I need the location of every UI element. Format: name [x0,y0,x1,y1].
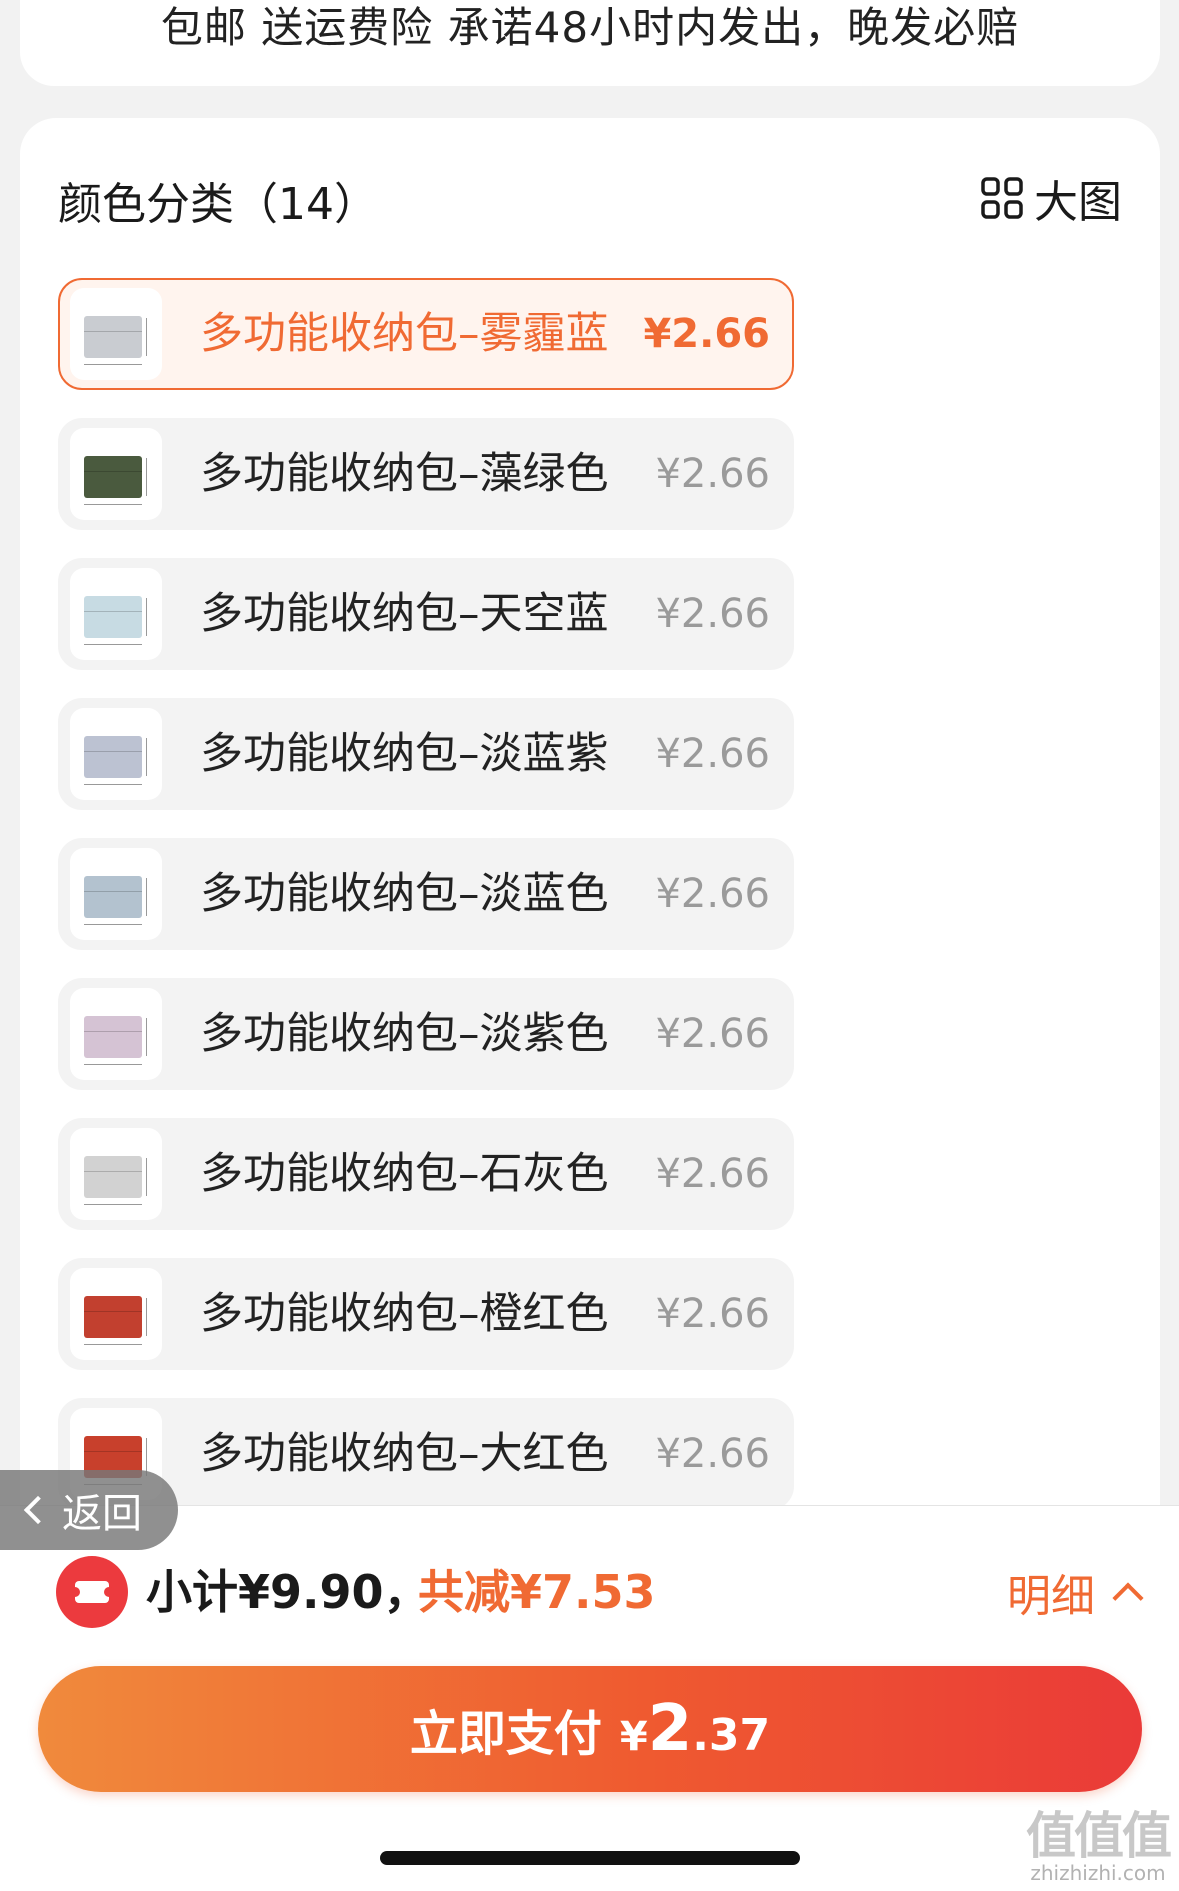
chevron-left-icon [23,1495,53,1525]
watermark-domain: zhizhizhi.com [1030,1861,1166,1885]
pay-amount-integer: 2 [647,1692,693,1766]
dimension-line [146,458,147,496]
sku-option-name: 多功能收纳包–大红色 [200,1429,609,1479]
sku-option[interactable]: 多功能收纳包–淡紫色 ¥2.66 [58,978,794,1090]
bag-flap-shape [84,1016,142,1032]
dimension-line [84,644,142,645]
big-image-label: 大图 [1034,177,1122,228]
dimension-line [84,504,142,505]
dimension-line [146,738,147,776]
big-image-toggle[interactable]: 大图 [980,168,1122,228]
coupon-icon [56,1556,128,1628]
pay-amount: ¥2.37 [620,1692,770,1766]
ticket-icon [70,1581,114,1603]
dimension-line [146,598,147,636]
sku-option[interactable]: 多功能收纳包–淡蓝色 ¥2.66 [58,838,794,950]
sku-option-price: ¥2.66 [655,591,770,637]
dimension-line [84,1064,142,1065]
site-watermark: 值值值 zhizhizhi.com [1023,1811,1173,1885]
dimension-line [84,784,142,785]
sku-option[interactable]: 多功能收纳包–雾霾蓝 ¥2.66 [58,278,794,390]
watermark-logo: 值值值 [1026,1807,1172,1865]
product-thumbnail [70,848,162,940]
dimension-line [84,1344,142,1345]
bag-flap-shape [84,1436,142,1452]
dimension-line [146,878,147,916]
dimension-line [84,364,142,365]
product-thumbnail [70,1128,162,1220]
price-detail-toggle[interactable]: 明细 [1007,1556,1144,1628]
dimension-line [146,1298,147,1336]
sku-option-name: 多功能收纳包–淡蓝色 [200,869,609,919]
dimension-line [84,1204,142,1205]
product-thumbnail [70,1268,162,1360]
sku-panel-header: 颜色分类（14） 大图 [58,168,1122,230]
sku-option-name: 多功能收纳包–藻绿色 [200,449,609,499]
back-button[interactable]: 返回 [0,1470,178,1550]
sku-option-price: ¥2.66 [655,451,770,497]
shipping-promo-card: 包邮 送运费险 承诺48小时内发出，晚发必赔 [20,0,1160,86]
sku-option-price: ¥2.66 [655,731,770,777]
pay-now-button[interactable]: 立即支付 ¥2.37 [38,1666,1142,1792]
product-thumbnail [70,288,162,380]
product-thumbnail [70,988,162,1080]
sku-option-name: 多功能收纳包–橙红色 [200,1289,609,1339]
sku-option-price: ¥2.66 [643,311,770,357]
product-thumbnail [70,428,162,520]
sku-option-name: 多功能收纳包–淡紫色 [200,1009,609,1059]
sku-panel: 颜色分类（14） 大图 多功能收纳包–雾霾蓝 ¥2.66 多功能收纳包–藻绿色 … [20,118,1160,1608]
pay-currency: ¥ [619,1714,648,1760]
sku-option[interactable]: 多功能收纳包–藻绿色 ¥2.66 [58,418,794,530]
sku-option[interactable]: 多功能收纳包–淡蓝紫 ¥2.66 [58,698,794,810]
sku-option-list: 多功能收纳包–雾霾蓝 ¥2.66 多功能收纳包–藻绿色 ¥2.66 多功能收纳包… [58,278,794,1538]
chevron-up-icon [1112,1582,1144,1614]
dimension-line [146,1018,147,1056]
bag-flap-shape [84,456,142,472]
pay-now-label: 立即支付 [409,1706,602,1762]
pay-amount-decimal: .37 [692,1710,771,1761]
discount-text: 共减¥7.53 [418,1565,656,1619]
bag-flap-shape [84,1156,142,1172]
checkout-footer: 小计¥9.90， 共减¥7.53 明细 立即支付 ¥2.37 [0,1505,1179,1891]
bag-flap-shape [84,736,142,752]
dimension-line [146,318,147,356]
detail-label: 明细 [1007,1571,1095,1622]
shipping-promo-text: 包邮 送运费险 承诺48小时内发出，晚发必赔 [160,3,1020,52]
dimension-line [84,924,142,925]
sku-option-price: ¥2.66 [655,1291,770,1337]
bag-flap-shape [84,316,142,332]
sku-option-price: ¥2.66 [655,1011,770,1057]
sku-option-price: ¥2.66 [655,1431,770,1477]
sku-option-price: ¥2.66 [655,871,770,917]
grid-view-icon [981,177,1023,219]
dimension-line [146,1158,147,1196]
sku-option[interactable]: 多功能收纳包–天空蓝 ¥2.66 [58,558,794,670]
sku-option-name: 多功能收纳包–天空蓝 [200,589,609,639]
back-label: 返回 [62,1491,142,1537]
product-thumbnail [70,708,162,800]
bag-flap-shape [84,876,142,892]
sku-option-name: 多功能收纳包–雾霾蓝 [200,309,609,359]
bag-flap-shape [84,596,142,612]
sku-option[interactable]: 多功能收纳包–橙红色 ¥2.66 [58,1258,794,1370]
bag-flap-shape [84,1296,142,1312]
color-category-title: 颜色分类（14） [58,179,378,230]
sku-option-price: ¥2.66 [655,1151,770,1197]
subtotal-text: 小计¥9.90， [146,1565,430,1619]
product-thumbnail [70,568,162,660]
sku-option[interactable]: 多功能收纳包–石灰色 ¥2.66 [58,1118,794,1230]
sku-option-name: 多功能收纳包–石灰色 [200,1149,609,1199]
home-indicator [380,1851,800,1865]
sku-option-name: 多功能收纳包–淡蓝紫 [200,729,609,779]
